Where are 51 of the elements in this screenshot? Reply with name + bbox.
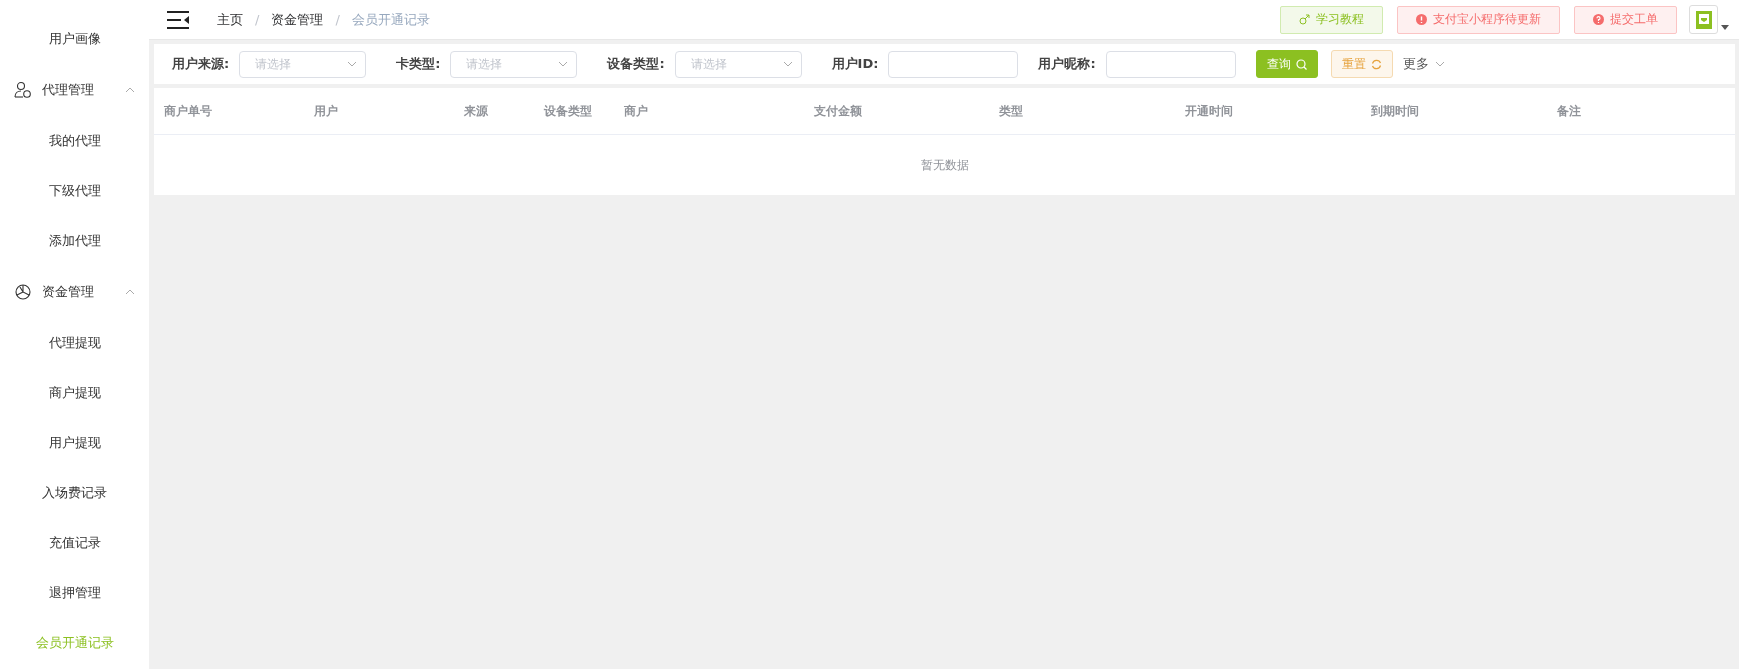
chevron-down-icon — [558, 61, 569, 67]
breadcrumb-item[interactable]: 资金管理 — [271, 10, 324, 29]
column-header: 支付金额 — [814, 102, 863, 120]
male-symbol-icon — [1299, 14, 1310, 25]
filter-label: 用户来源: — [172, 55, 230, 73]
user-badge-icon — [14, 81, 32, 99]
filter-label: 用户昵称: — [1038, 55, 1096, 73]
sidebar-item[interactable]: 充值记录 — [0, 518, 149, 568]
sidebar-item[interactable]: 退押管理 — [0, 568, 149, 618]
breadcrumb-item: 会员开通记录 — [351, 10, 430, 29]
chevron-down-icon — [782, 61, 793, 67]
column-header: 类型 — [999, 102, 1024, 120]
dropdown-caret-icon[interactable] — [1721, 25, 1729, 30]
column-header: 用户 — [314, 102, 339, 120]
column-header: 设备类型 — [544, 102, 593, 120]
breadcrumb-separator: / — [255, 12, 260, 27]
filter-label: 设备类型: — [607, 55, 665, 73]
sidebar-item[interactable]: 我的代理 — [0, 116, 149, 166]
filter-label: 用户ID: — [831, 55, 879, 73]
input-field[interactable] — [888, 50, 1019, 78]
sidebar-item[interactable]: 入场费记录 — [0, 468, 149, 518]
chevron-down-icon — [347, 61, 358, 67]
column-header: 开通时间 — [1185, 102, 1234, 120]
menu-collapse-icon[interactable] — [167, 10, 189, 29]
chevron-down-icon — [1434, 61, 1445, 67]
search-icon — [1295, 58, 1307, 70]
column-header: 商户 — [624, 102, 649, 120]
sidebar-item[interactable]: 商户提现 — [0, 368, 149, 418]
filter-label: 卡类型: — [396, 55, 441, 73]
sidebar-group[interactable]: 资金管理 — [0, 266, 149, 318]
input-field[interactable] — [1105, 50, 1236, 78]
question-icon — [1593, 14, 1604, 25]
sidebar-item[interactable]: 用户提现 — [0, 418, 149, 468]
breadcrumb-item[interactable]: 主页 — [217, 10, 243, 29]
sidebar-item[interactable]: 添加代理 — [0, 216, 149, 266]
column-header: 到期时间 — [1371, 102, 1420, 120]
refresh-icon — [1370, 58, 1382, 70]
breadcrumb-separator: / — [335, 12, 340, 27]
pie-chart-icon — [14, 283, 32, 301]
sidebar-item[interactable]: 用户画像 — [0, 14, 149, 64]
sidebar-item[interactable]: 下级代理 — [0, 166, 149, 216]
sidebar-group[interactable]: 代理管理 — [0, 64, 149, 116]
column-header: 备注 — [1557, 102, 1582, 120]
empty-message: 暂无数据 — [920, 156, 969, 174]
column-header: 来源 — [464, 102, 489, 120]
exclamation-icon — [1416, 14, 1427, 25]
more-button[interactable]: 更多 — [1402, 55, 1445, 73]
column-header: 商户单号 — [164, 102, 213, 120]
sidebar-item[interactable]: 代理提现 — [0, 318, 149, 368]
chevron-up-icon — [125, 289, 135, 295]
chevron-up-icon — [125, 87, 135, 93]
